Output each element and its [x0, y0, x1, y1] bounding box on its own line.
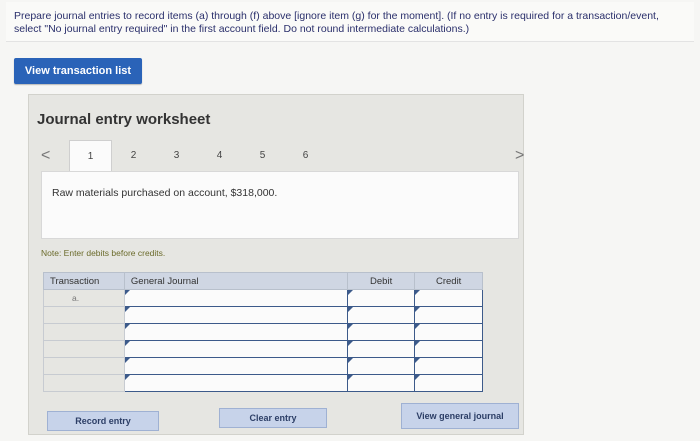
next-arrow-icon[interactable]: > — [515, 147, 524, 165]
header-debit: Debit — [346, 272, 416, 290]
transaction-cell — [43, 306, 125, 324]
credit-field[interactable] — [414, 323, 483, 341]
transaction-cell: a. — [43, 289, 125, 307]
account-field[interactable] — [123, 289, 348, 307]
view-general-journal-button[interactable]: View general journal — [401, 403, 519, 429]
account-field[interactable] — [123, 306, 348, 324]
tab-6[interactable]: 6 — [284, 140, 327, 170]
tab-5[interactable]: 5 — [241, 140, 284, 170]
journal-entry-worksheet: Journal entry worksheet < 1 2 3 4 5 6 > … — [28, 94, 524, 435]
worksheet-title: Journal entry worksheet — [37, 111, 211, 128]
credit-field[interactable] — [414, 289, 483, 307]
header-credit: Credit — [414, 272, 483, 290]
transaction-description-box: Raw materials purchased on account, $318… — [41, 171, 519, 239]
table-row — [43, 323, 483, 341]
transaction-cell — [43, 357, 125, 375]
transaction-cell — [43, 340, 125, 358]
header-transaction: Transaction — [43, 272, 125, 290]
account-field[interactable] — [123, 357, 348, 375]
account-field[interactable] — [123, 323, 348, 341]
credit-field[interactable] — [414, 306, 483, 324]
table-row — [43, 306, 483, 324]
debit-field[interactable] — [346, 323, 416, 341]
credit-field[interactable] — [414, 374, 483, 392]
debit-field[interactable] — [346, 357, 416, 375]
instructions-text: Prepare journal entries to record items … — [6, 2, 694, 42]
debit-field[interactable] — [346, 306, 416, 324]
debit-field[interactable] — [346, 289, 416, 307]
credit-field[interactable] — [414, 357, 483, 375]
note-text: Note: Enter debits before credits. — [41, 248, 166, 258]
table-row — [43, 340, 483, 358]
credit-field[interactable] — [414, 340, 483, 358]
debit-field[interactable] — [346, 340, 416, 358]
debit-field[interactable] — [346, 374, 416, 392]
tab-2[interactable]: 2 — [112, 140, 155, 170]
tab-4[interactable]: 4 — [198, 140, 241, 170]
clear-entry-button[interactable]: Clear entry — [219, 408, 327, 428]
transaction-cell — [43, 374, 125, 392]
table-row: a. — [43, 289, 483, 307]
prev-arrow-icon[interactable]: < — [41, 147, 50, 165]
tab-3[interactable]: 3 — [155, 140, 198, 170]
account-field[interactable] — [123, 340, 348, 358]
account-field[interactable] — [123, 374, 348, 392]
header-general-journal: General Journal — [123, 272, 348, 290]
transaction-description: Raw materials purchased on account, $318… — [52, 187, 278, 199]
table-row — [43, 357, 483, 375]
record-entry-button[interactable]: Record entry — [47, 411, 159, 431]
table-row — [43, 374, 483, 392]
tab-1[interactable]: 1 — [69, 140, 112, 171]
entry-tabs: 1 2 3 4 5 6 — [69, 140, 327, 171]
transaction-cell — [43, 323, 125, 341]
view-transaction-list-button[interactable]: View transaction list — [14, 58, 142, 84]
journal-entry-table: Transaction General Journal Debit Credit… — [43, 272, 483, 392]
